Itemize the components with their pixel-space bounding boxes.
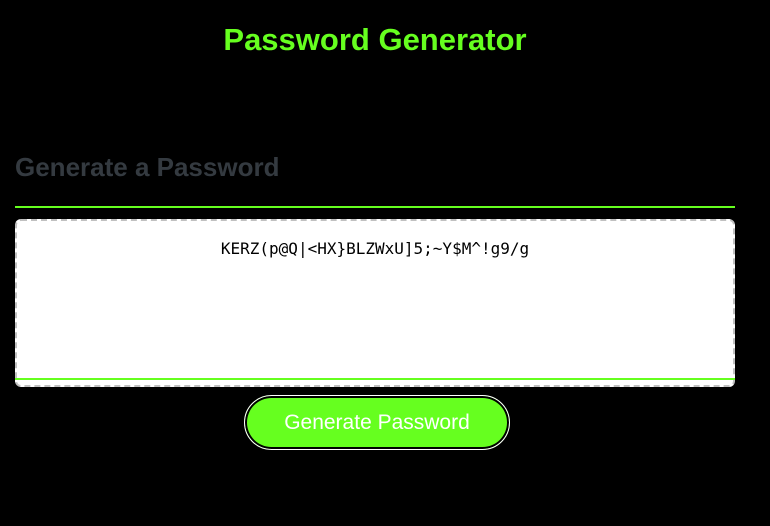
card-header-divider [15,206,735,208]
generate-password-button[interactable]: Generate Password [244,395,510,450]
password-output-field[interactable]: KERZ(p@Q|<HX}BLZWxU]5;~Y$M^!g9/g [15,219,735,387]
card-footer-divider [15,378,735,380]
password-text: KERZ(p@Q|<HX}BLZWxU]5;~Y$M^!g9/g [220,239,530,258]
page-title: Password Generator [223,22,527,57]
app-container: Password Generator Generate a Password K… [0,0,770,526]
card-heading: Generate a Password [15,152,280,182]
